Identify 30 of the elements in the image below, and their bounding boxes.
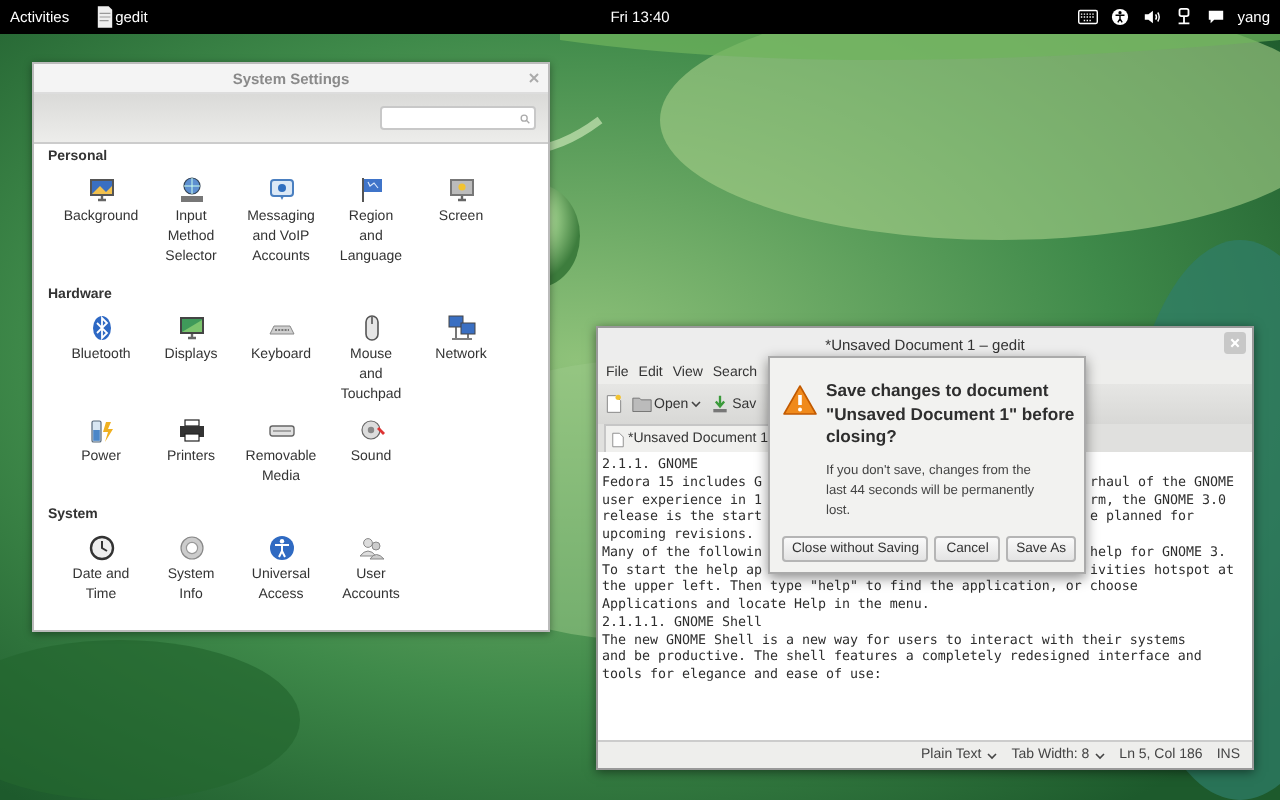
volume-icon[interactable] bbox=[1141, 8, 1162, 26]
caret-icon bbox=[690, 400, 703, 408]
caret-icon bbox=[985, 751, 998, 759]
clock-icon[interactable] bbox=[87, 534, 115, 562]
bluetooth-icon[interactable] bbox=[87, 314, 115, 342]
folder-icon bbox=[632, 394, 652, 414]
document-icon bbox=[612, 431, 624, 447]
globe-icon[interactable] bbox=[177, 176, 205, 204]
network-icon[interactable] bbox=[1173, 8, 1194, 26]
monitor-icon[interactable] bbox=[87, 176, 115, 204]
search-field[interactable] bbox=[380, 106, 536, 130]
chat-icon[interactable] bbox=[1205, 8, 1226, 26]
dialog-title: Save changes to document "Unsaved Document 1" before closing? bbox=[826, 380, 1077, 449]
speech-bubble-icon[interactable] bbox=[267, 176, 295, 204]
printer-icon[interactable] bbox=[177, 416, 205, 444]
monitor-icon[interactable] bbox=[177, 314, 205, 342]
network-icon[interactable] bbox=[447, 314, 475, 342]
search-icon bbox=[520, 113, 530, 123]
flag-icon[interactable] bbox=[357, 176, 385, 204]
monitor-icon[interactable] bbox=[447, 176, 475, 204]
ring-icon[interactable] bbox=[177, 534, 205, 562]
new-document-icon[interactable] bbox=[604, 394, 624, 414]
document-icon bbox=[95, 6, 114, 28]
accessibility-icon[interactable] bbox=[1109, 8, 1130, 26]
caret-icon bbox=[1093, 751, 1106, 759]
users-icon[interactable] bbox=[357, 534, 385, 562]
warning-icon bbox=[782, 384, 818, 416]
keyboard-icon[interactable] bbox=[1077, 8, 1098, 26]
download-icon bbox=[710, 394, 731, 414]
battery-icon[interactable] bbox=[87, 416, 115, 444]
